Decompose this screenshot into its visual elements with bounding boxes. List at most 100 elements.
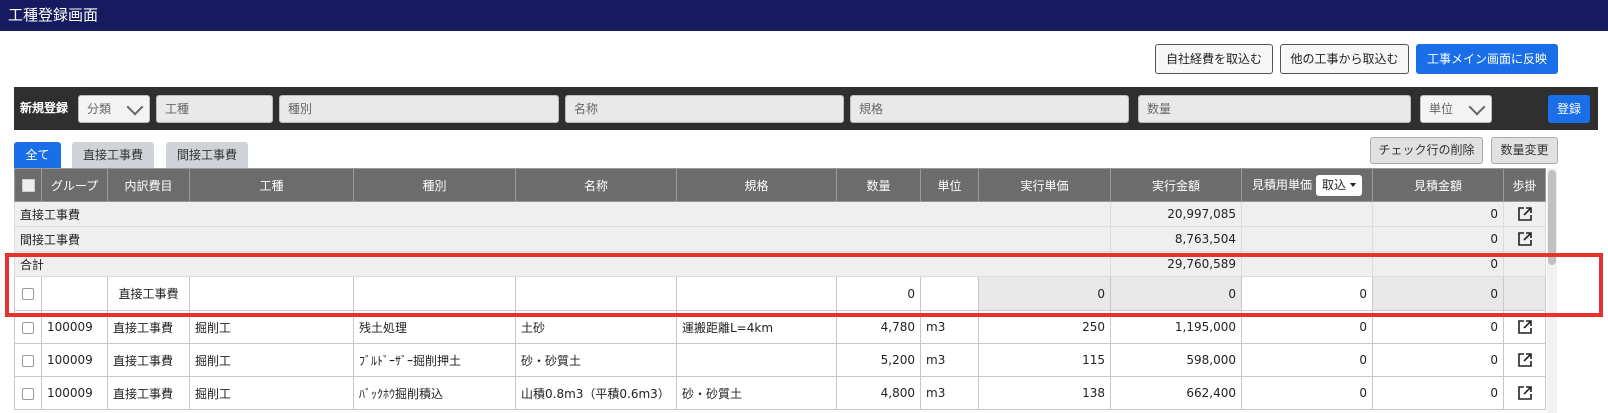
- exec-unit-price-cell: 115: [978, 343, 1111, 377]
- shubetsu-cell[interactable]: [353, 276, 516, 311]
- summary-label: 合計: [14, 251, 1111, 277]
- spec-cell: 砂・砂質土: [676, 376, 837, 410]
- exec-unit-price-cell: 138: [978, 376, 1111, 410]
- koshu-input[interactable]: 工種: [156, 95, 273, 123]
- select-all-checkbox[interactable]: [14, 168, 42, 202]
- import-other-work-button[interactable]: 他の工事から取込む: [1280, 44, 1409, 74]
- breakdown-cell: 直接工事費: [107, 343, 190, 377]
- summary-row-indirect: 間接工事費 8,763,504 0: [14, 226, 1546, 252]
- group-cell: 100009: [41, 376, 108, 410]
- header-spec[interactable]: 規格: [676, 168, 837, 202]
- delete-checked-button[interactable]: チェック行の削除: [1370, 137, 1483, 164]
- table-row[interactable]: 100009 直接工事費 掘削工 ﾌﾞﾙﾄﾞｰｻﾞｰ掘削押土 砂・砂質土 5,2…: [14, 343, 1546, 377]
- breakdown-cell: 直接工事費: [107, 376, 190, 410]
- group-cell: 100009: [41, 310, 108, 344]
- header-buai[interactable]: 歩掛: [1503, 168, 1546, 202]
- koshu-cell: 掘削工: [189, 376, 354, 410]
- register-button[interactable]: 登録: [1548, 95, 1590, 123]
- tab-indirect-cost[interactable]: 間接工事費: [166, 142, 248, 168]
- import-dropdown[interactable]: 取込: [1316, 174, 1363, 196]
- row-checkbox[interactable]: [14, 310, 42, 344]
- spec-cell[interactable]: [676, 276, 837, 311]
- quantity-input[interactable]: 数量: [1138, 95, 1411, 123]
- estimate-amount-cell: 0: [1372, 343, 1504, 377]
- spec-input[interactable]: 規格: [850, 95, 1129, 123]
- change-quantity-button[interactable]: 数量変更: [1491, 137, 1558, 164]
- summary-exec-amount: 20,997,085: [1110, 201, 1242, 227]
- row-checkbox[interactable]: [14, 343, 42, 377]
- unit-cell[interactable]: [920, 276, 979, 311]
- new-entry-row: 直接工事費 0 0 0 0 0: [14, 276, 1546, 311]
- new-registration-bar: 新規登録 分類 工種 種別 名称 規格 数量 単位 登録: [14, 87, 1598, 130]
- spec-cell: 運搬距離L=4km: [676, 310, 837, 344]
- shubetsu-cell: 残土処理: [353, 310, 516, 344]
- exec-amount-cell: 598,000: [1110, 343, 1242, 377]
- estimate-unit-price-cell[interactable]: 0: [1241, 276, 1373, 311]
- header-name[interactable]: 名称: [515, 168, 677, 202]
- header-exec-amount[interactable]: 実行金額: [1110, 168, 1242, 202]
- unit-cell: m3: [920, 376, 979, 410]
- row-checkbox[interactable]: [14, 276, 42, 311]
- table-row[interactable]: 100009 直接工事費 掘削工 残土処理 土砂 運搬距離L=4km 4,780…: [14, 310, 1546, 344]
- shubetsu-input[interactable]: 種別: [279, 95, 559, 123]
- exec-amount-cell: 1,195,000: [1110, 310, 1242, 344]
- koshu-cell: 掘削工: [189, 343, 354, 377]
- breakdown-cell[interactable]: 直接工事費: [107, 276, 190, 311]
- table-header: グループ 内訳費目 工種 種別 名称 規格 数量 単位 実行単価 実行金額 見積…: [14, 168, 1546, 202]
- quantity-cell: 4,780: [836, 310, 921, 344]
- reflect-main-button[interactable]: 工事メイン画面に反映: [1416, 44, 1558, 74]
- open-external-icon[interactable]: [1503, 310, 1546, 344]
- name-cell[interactable]: [515, 276, 677, 311]
- summary-estimate-amount: 0: [1372, 201, 1504, 227]
- import-dropdown-label: 取込: [1322, 177, 1347, 192]
- open-external-icon[interactable]: [1503, 201, 1546, 227]
- group-cell: 100009: [41, 343, 108, 377]
- import-own-expense-button[interactable]: 自社経費を取込む: [1155, 44, 1273, 74]
- unit-select[interactable]: 単位: [1420, 95, 1492, 123]
- header-koshu[interactable]: 工種: [189, 168, 354, 202]
- quantity-cell: 5,200: [836, 343, 921, 377]
- summary-row-direct: 直接工事費 20,997,085 0: [14, 201, 1546, 227]
- summary-exec-amount: 29,760,589: [1110, 251, 1242, 277]
- header-estimate-amount[interactable]: 見積金額: [1372, 168, 1504, 202]
- quantity-cell[interactable]: 0: [836, 276, 921, 311]
- header-breakdown[interactable]: 内訳費目: [107, 168, 190, 202]
- quantity-cell: 4,800: [836, 376, 921, 410]
- header-quantity[interactable]: 数量: [836, 168, 921, 202]
- shubetsu-cell: ﾊﾞｯｸﾎｳ掘削積込: [353, 376, 516, 410]
- koshu-cell: 掘削工: [189, 310, 354, 344]
- open-external-icon[interactable]: [1503, 343, 1546, 377]
- exec-unit-price-cell: 250: [978, 310, 1111, 344]
- estimate-unit-price-cell[interactable]: 0: [1241, 343, 1373, 377]
- tab-direct-cost[interactable]: 直接工事費: [72, 142, 154, 168]
- estimate-amount-cell: 0: [1372, 276, 1504, 311]
- chevron-down-icon: [126, 98, 144, 116]
- open-external-icon[interactable]: [1503, 226, 1546, 252]
- row-checkbox[interactable]: [14, 376, 42, 410]
- spec-cell: [676, 343, 837, 377]
- header-group[interactable]: グループ: [41, 168, 108, 202]
- summary-estimate-amount: 0: [1372, 251, 1504, 277]
- header-shubetsu[interactable]: 種別: [353, 168, 516, 202]
- header-estimate-unit-price: 見積用単価 取込: [1241, 168, 1373, 202]
- unit-cell: m3: [920, 343, 979, 377]
- koshu-cell[interactable]: [189, 276, 354, 311]
- header-exec-unit-price[interactable]: 実行単価: [978, 168, 1111, 202]
- open-external-icon[interactable]: [1503, 376, 1546, 410]
- header-unit[interactable]: 単位: [920, 168, 979, 202]
- name-cell: 土砂: [515, 310, 677, 344]
- summary-label: 間接工事費: [14, 226, 1111, 252]
- unit-placeholder: 単位: [1429, 102, 1454, 116]
- estimate-unit-price-cell[interactable]: 0: [1241, 376, 1373, 410]
- name-input[interactable]: 名称: [565, 95, 844, 123]
- caret-down-icon: [1350, 183, 1357, 187]
- estimate-unit-price-cell[interactable]: 0: [1241, 310, 1373, 344]
- tab-all[interactable]: 全て: [14, 142, 61, 168]
- summary-estimate-amount: 0: [1372, 226, 1504, 252]
- category-select[interactable]: 分類: [78, 95, 150, 123]
- summary-row-total: 合計 29,760,589 0: [14, 251, 1546, 277]
- table-row[interactable]: 100009 直接工事費 掘削工 ﾊﾞｯｸﾎｳ掘削積込 山積0.8m3（平積0.…: [14, 376, 1546, 410]
- shubetsu-cell: ﾌﾞﾙﾄﾞｰｻﾞｰ掘削押土: [353, 343, 516, 377]
- table-scrollbar-thumb[interactable]: [1548, 170, 1556, 265]
- unit-cell: m3: [920, 310, 979, 344]
